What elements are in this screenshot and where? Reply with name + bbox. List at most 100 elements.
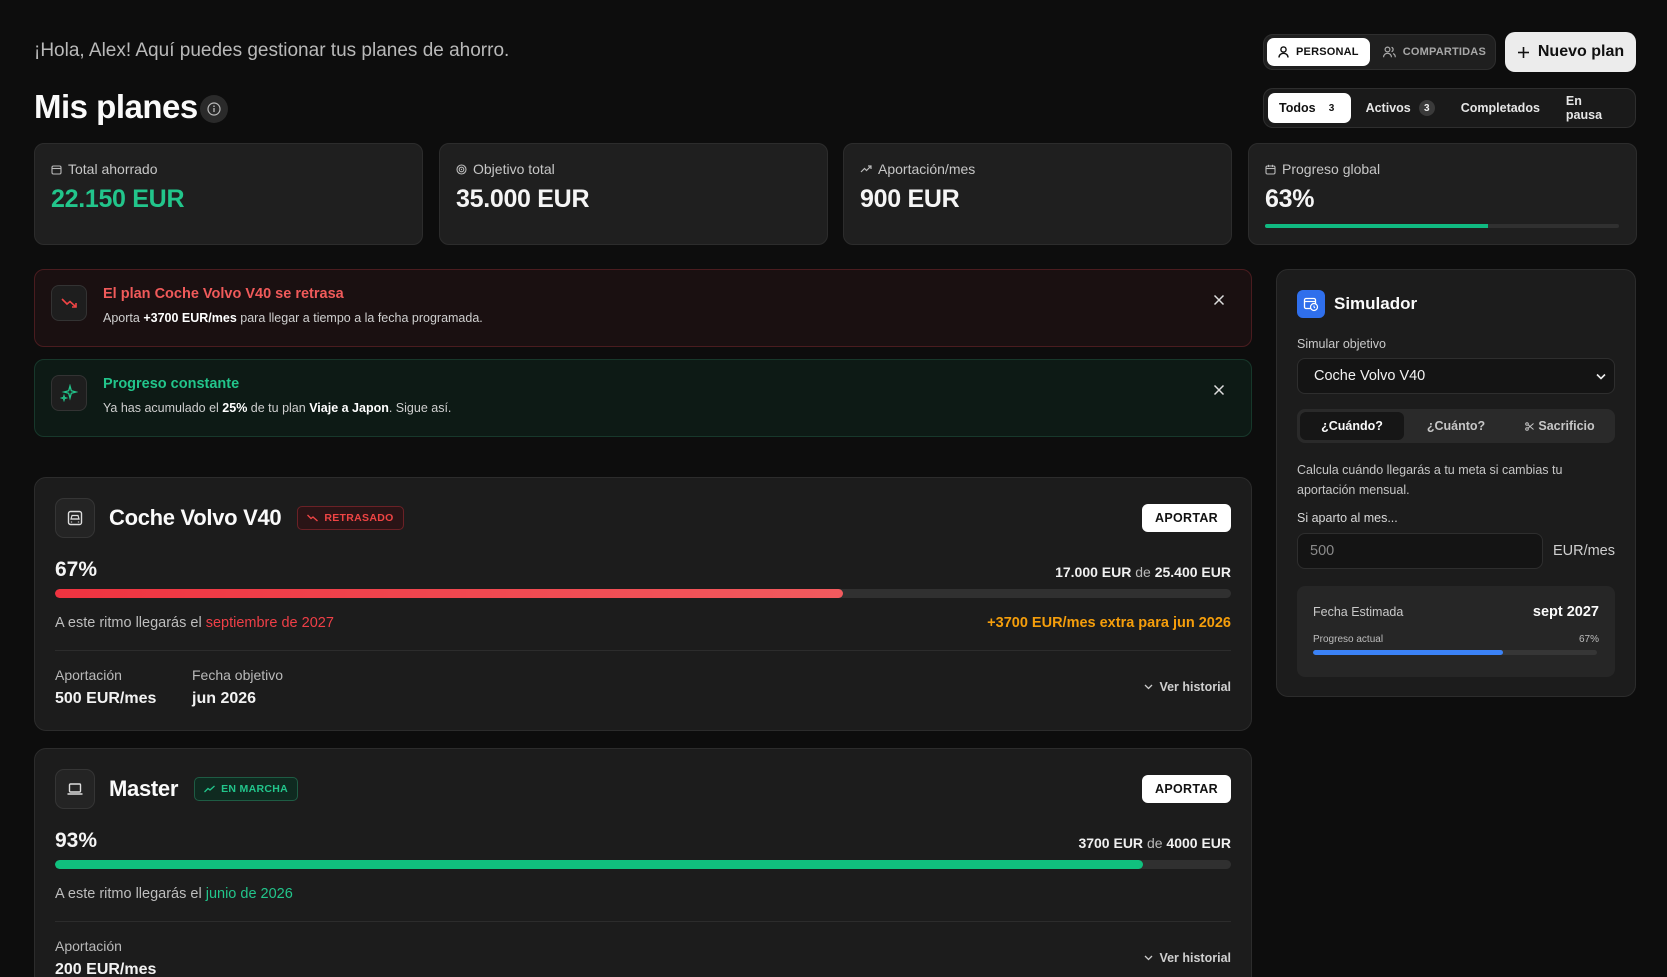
plan-percent: 93%: [55, 829, 98, 852]
stat-label: Total ahorrado: [68, 161, 158, 177]
plan-card: Coche Volvo V40 RETRASADO APORTAR 67% 17…: [34, 477, 1252, 731]
plan-percent: 67%: [55, 558, 98, 581]
alert-title: Progreso constante: [103, 376, 240, 392]
alert-text: Aporta +3700 EUR/mes para llegar a tiemp…: [103, 311, 483, 325]
close-icon[interactable]: [1211, 292, 1227, 308]
tab-sacrifice[interactable]: Sacrificio: [1508, 412, 1612, 440]
plan-target-date: Fecha objetivo jun 2026: [192, 667, 284, 707]
stat-value: 22.150 EUR: [51, 185, 185, 213]
car-icon: [55, 498, 95, 538]
divider: [55, 921, 1231, 922]
simulation-result: Fecha Estimada sept 2027 Progreso actual…: [1297, 586, 1615, 677]
progress-value: 67%: [1578, 634, 1599, 645]
view-history-button[interactable]: Ver historial: [1144, 951, 1231, 965]
plan-name: Master: [109, 776, 179, 801]
simulator-tabs: ¿Cuándo? ¿Cuánto? Sacrificio: [1297, 409, 1615, 443]
plus-icon: [1517, 46, 1529, 58]
wallet-icon: [51, 164, 62, 175]
simulator-title: Simulador: [1334, 294, 1418, 313]
tab-label: Completados: [1460, 101, 1540, 115]
laptop-icon: [55, 769, 95, 809]
select-label: Simular objetivo: [1297, 337, 1386, 351]
trend-down-icon: [307, 514, 319, 522]
users-icon: [1382, 46, 1396, 58]
scope-personal-label: PERSONAL: [1296, 46, 1359, 58]
result-label: Fecha Estimada: [1313, 605, 1404, 619]
tab-label: En pausa: [1565, 94, 1603, 122]
scope-toggle: PERSONAL COMPARTIDAS: [1263, 34, 1496, 70]
stat-value: 63%: [1265, 185, 1315, 213]
info-icon[interactable]: [200, 95, 228, 123]
progress-label: Progreso actual: [1313, 634, 1384, 645]
trend-down-icon: [51, 285, 87, 321]
tab-label: Activos: [1365, 101, 1411, 115]
stat-value: 35.000 EUR: [456, 185, 590, 213]
tab-en-pausa[interactable]: En pausa: [1555, 93, 1631, 123]
simulator-panel: Simulador Simular objetivo Coche Volvo V…: [1276, 269, 1636, 697]
scope-shared-label: COMPARTIDAS: [1402, 46, 1486, 58]
chevron-down-icon: [1144, 955, 1153, 961]
alert-text: Ya has acumulado el 25% de tu plan Viaje…: [103, 401, 452, 415]
tab-todos[interactable]: Todos 3: [1268, 93, 1351, 123]
contribute-button[interactable]: APORTAR: [1142, 775, 1231, 803]
scope-personal-button[interactable]: PERSONAL: [1267, 38, 1370, 66]
stat-card-total-saved: Total ahorrado 22.150 EUR: [34, 143, 423, 245]
stat-label: Objetivo total: [473, 161, 555, 177]
stat-card-global-progress: Progreso global 63%: [1248, 143, 1637, 245]
plan-progress-fill: [55, 589, 843, 598]
plan-contribution: Aportación 200 EUR/mes: [55, 938, 157, 977]
status-badge: EN MARCHA: [194, 777, 298, 801]
chevron-down-icon: [1596, 373, 1606, 380]
tab-how-much[interactable]: ¿Cuánto?: [1404, 412, 1508, 440]
calendar-clock-icon: [1297, 290, 1325, 318]
stat-label: Progreso global: [1282, 161, 1381, 177]
filter-tabs: Todos 3 Activos 3 Completados En pausa: [1263, 88, 1636, 128]
tab-activos[interactable]: Activos 3: [1355, 93, 1446, 123]
close-icon[interactable]: [1211, 382, 1227, 398]
plan-pace: A este ritmo llegarás el junio de 2026: [55, 886, 293, 902]
delay-alert: El plan Coche Volvo V40 se retrasa Aport…: [34, 269, 1252, 347]
plan-pace: A este ritmo llegarás el septiembre de 2…: [55, 615, 334, 631]
contribute-button[interactable]: APORTAR: [1142, 504, 1231, 532]
greeting-text: ¡Hola, Alex! Aquí puedes gestionar tus p…: [34, 40, 510, 61]
tab-completados[interactable]: Completados: [1450, 93, 1551, 123]
scope-shared-button[interactable]: COMPARTIDAS: [1372, 38, 1497, 66]
chevron-down-icon: [1144, 684, 1153, 690]
plan-extra-needed: +3700 EUR/mes extra para jun 2026: [987, 615, 1231, 631]
new-plan-button[interactable]: Nuevo plan: [1505, 32, 1636, 72]
user-icon: [1278, 46, 1289, 58]
plan-progress-bar: [55, 860, 1231, 869]
status-badge: RETRASADO: [297, 506, 404, 530]
plan-contribution: Aportación 500 EUR/mes: [55, 667, 157, 707]
stat-card-monthly: Aportación/mes 900 EUR: [843, 143, 1232, 245]
new-plan-label: Nuevo plan: [1537, 43, 1625, 60]
monthly-amount-input[interactable]: 500: [1297, 533, 1543, 569]
plan-amounts: 17.000 EUR de 25.400 EUR: [1055, 564, 1231, 580]
view-history-button[interactable]: Ver historial: [1144, 680, 1231, 694]
plan-amounts: 3700 EUR de 4000 EUR: [1078, 835, 1231, 851]
stat-label: Aportación/mes: [878, 161, 976, 177]
simulator-description: Calcula cuándo llegarás a tu meta si cam…: [1297, 463, 1563, 497]
simulator-progress-bar: [1313, 650, 1597, 655]
stat-card-total-target: Objetivo total 35.000 EUR: [439, 143, 828, 245]
plan-card: Master EN MARCHA APORTAR 93% 3700 EUR de…: [34, 748, 1252, 977]
stat-value: 900 EUR: [860, 185, 960, 213]
divider: [55, 650, 1231, 651]
result-value: sept 2027: [1532, 604, 1599, 620]
global-progress-bar: [1265, 224, 1619, 228]
scissors-icon: [1525, 421, 1535, 431]
plan-progress-bar: [55, 589, 1231, 598]
selected-plan: Coche Volvo V40: [1314, 368, 1426, 384]
tab-count-badge: 3: [1328, 102, 1335, 114]
tab-when[interactable]: ¿Cuándo?: [1300, 412, 1404, 440]
tab-label: Todos: [1279, 101, 1316, 115]
trend-up-icon: [860, 165, 872, 173]
plan-name: Coche Volvo V40: [109, 505, 282, 530]
sparkles-icon: [51, 375, 87, 411]
target-icon: [456, 163, 467, 175]
plan-select[interactable]: Coche Volvo V40: [1297, 358, 1615, 394]
calendar-icon: [1265, 164, 1276, 175]
input-unit: EUR/mes: [1552, 543, 1615, 559]
tab-count-badge: 3: [1418, 100, 1435, 116]
simulator-progress-fill: [1313, 650, 1504, 655]
